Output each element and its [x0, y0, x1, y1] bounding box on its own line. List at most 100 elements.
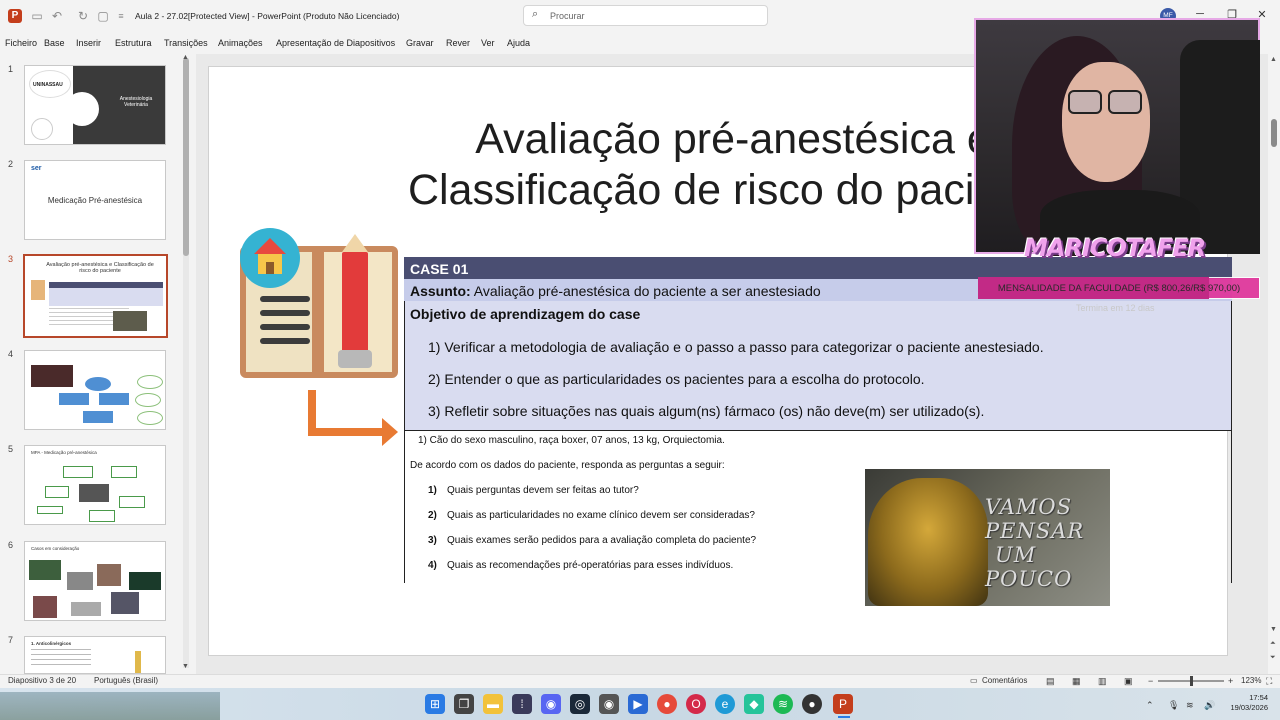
chrome-icon[interactable]: ● [657, 694, 677, 714]
question-number: 4) [428, 560, 437, 571]
thumbnail-number: 4 [8, 349, 14, 359]
eraser-icon [338, 350, 372, 368]
menu-rever[interactable]: Rever [446, 38, 470, 48]
menu-ajuda[interactable]: Ajuda [507, 38, 530, 48]
menu-apresentacao[interactable]: Apresentação de Diapositivos [276, 38, 395, 48]
language-indicator[interactable]: Português (Brasil) [94, 676, 158, 685]
tray-chevron-icon[interactable]: ⌃ [1146, 700, 1154, 711]
arrow-shaft-icon [308, 428, 384, 436]
thumbnail-slide-1[interactable]: UNINASSAU Anestesiologia Veterinária [24, 65, 166, 145]
wifi-icon[interactable]: ≋ [1186, 700, 1194, 711]
zoom-in-icon[interactable]: + [1228, 676, 1233, 686]
comments-button[interactable]: Comentários [982, 676, 1027, 685]
menu-ficheiro[interactable]: Ficheiro [5, 38, 37, 48]
question-text: Quais as recomendações pré-operatórias p… [447, 560, 734, 571]
menu-ver[interactable]: Ver [481, 38, 495, 48]
save-icon[interactable]: ▭ [30, 9, 44, 23]
vscode-icon[interactable]: ◆ [744, 694, 764, 714]
spotify-icon[interactable]: ≋ [773, 694, 793, 714]
thumbnail-slide-7[interactable]: 1. Anticolinérgicos [24, 636, 166, 674]
thumbnail-number: 2 [8, 159, 14, 169]
thumbnail-slide-6[interactable]: Casos em consideração [24, 541, 166, 621]
thumbnail-slide-5[interactable]: MPA - Medicação pré-anestésica [24, 445, 166, 525]
house-icon [240, 228, 300, 288]
menu-gravar[interactable]: Gravar [406, 38, 434, 48]
next-slide-icon[interactable]: ⏷ [1270, 654, 1276, 662]
start-from-beginning-icon[interactable]: ▢ [96, 9, 110, 23]
thumbnail-number: 5 [8, 444, 14, 454]
active-app-indicator [838, 716, 850, 718]
objective-item: 3) Refletir sobre situações nas quais al… [428, 403, 985, 419]
pencil-tip-icon [342, 234, 368, 252]
previous-slide-icon[interactable]: ⏶ [1270, 640, 1276, 648]
zoom-slider-knob[interactable] [1190, 676, 1193, 686]
thumbnail-slide-4[interactable] [24, 350, 166, 430]
desktop-wallpaper-strip [0, 692, 220, 720]
edge-icon[interactable]: e [715, 694, 735, 714]
question-text: Quais perguntas devem ser feitas ao tuto… [447, 485, 639, 496]
file-explorer-icon[interactable]: ▬ [483, 694, 503, 714]
menu-transicoes[interactable]: Transições [164, 38, 208, 48]
glasses-lens-icon [1108, 90, 1142, 114]
arrow-head-icon [382, 418, 398, 446]
app-grid-icon[interactable]: ⁞ [512, 694, 532, 714]
slide-sorter-icon[interactable]: ▦ [1072, 676, 1081, 687]
obs-icon[interactable]: ◉ [599, 694, 619, 714]
scroll-up-icon[interactable]: ▲ [182, 54, 189, 61]
search-icon: ⌕ [532, 8, 539, 20]
text-line-icon [260, 338, 310, 344]
menu-estrutura[interactable]: Estrutura [115, 38, 152, 48]
thumbnail-slide-2[interactable]: ser Medicação Pré-anestésica [24, 160, 166, 240]
slideshow-icon[interactable]: ▣ [1124, 676, 1133, 687]
search-placeholder: Procurar [550, 11, 585, 21]
scroll-up-icon[interactable]: ▲ [1270, 56, 1277, 63]
scroll-down-icon[interactable]: ▼ [1270, 626, 1277, 633]
objective-item: 1) Verificar a metodologia de avaliação … [428, 339, 1044, 355]
system-clock[interactable]: 17:54 19/03/2026 [1224, 693, 1268, 713]
slide-scrollbar-thumb[interactable] [1271, 119, 1277, 147]
microphone-icon[interactable]: 🎙 [1168, 700, 1179, 711]
powerpoint-taskbar-icon[interactable]: P [833, 694, 853, 714]
discord-icon[interactable]: ◉ [541, 694, 561, 714]
menu-inserir[interactable]: Inserir [76, 38, 101, 48]
github-icon[interactable]: ● [802, 694, 822, 714]
goal-text: MENSALIDADE DA FACULDADE (R$ 800,26/R$ 9… [997, 283, 1241, 294]
caption-line: PENSAR [985, 519, 1085, 543]
powerpoint-logo-icon: P [8, 9, 22, 23]
thumbnail-number: 7 [8, 635, 14, 645]
task-view-icon[interactable]: ❐ [454, 694, 474, 714]
caption-line: VAMOS [985, 495, 1073, 519]
menu-base[interactable]: Base [44, 38, 65, 48]
steam-icon[interactable]: ◎ [570, 694, 590, 714]
thumbnail-scrollbar-thumb[interactable] [183, 58, 189, 256]
question-text: Quais as particularidades no exame clíni… [447, 510, 755, 521]
document-title: Aula 2 - 27.02[Protected View] - PowerPo… [135, 11, 400, 21]
reading-view-icon[interactable]: ▥ [1098, 676, 1107, 687]
menu-animacoes[interactable]: Animações [218, 38, 263, 48]
thumbnail-text: MPA - Medicação pré-anestésica [31, 450, 97, 455]
case-subject-text: Avaliação pré-anestésica do paciente a s… [470, 283, 821, 299]
text-line-icon [260, 324, 310, 330]
customize-toolbar-icon[interactable]: ≡ [114, 9, 128, 23]
case-description: 1) Cão do sexo masculino, raça boxer, 07… [418, 435, 725, 446]
blue-app-icon[interactable]: ▶ [628, 694, 648, 714]
thumbnail-brand: ser [31, 165, 42, 172]
normal-view-icon[interactable]: ▤ [1046, 676, 1055, 687]
windows-start-icon[interactable]: ⊞ [425, 694, 445, 714]
slide-scrollbar[interactable] [1268, 54, 1280, 674]
fit-to-window-icon[interactable]: ⛶ [1266, 676, 1272, 687]
zoom-level[interactable]: 123% [1241, 676, 1261, 685]
comments-icon[interactable]: ▭ [970, 676, 978, 685]
thumbnail-slide-3[interactable]: Avaliação pré-anestésica e Classificação… [23, 254, 168, 338]
thumbnail-number: 3 [8, 254, 14, 264]
redo-icon[interactable]: ↻ [76, 9, 90, 23]
undo-icon[interactable]: ↶ [50, 9, 64, 23]
scroll-down-icon[interactable]: ▼ [182, 663, 189, 670]
slide-counter: Diapositivo 3 de 20 [8, 676, 77, 685]
volume-icon[interactable]: 🔊 [1204, 700, 1215, 711]
text-line-icon [260, 296, 310, 302]
thinker-statue-image [868, 478, 988, 606]
streamer-logo: MARICOTAFER [1024, 234, 1206, 262]
opera-icon[interactable]: O [686, 694, 706, 714]
zoom-out-icon[interactable]: − [1148, 676, 1153, 686]
